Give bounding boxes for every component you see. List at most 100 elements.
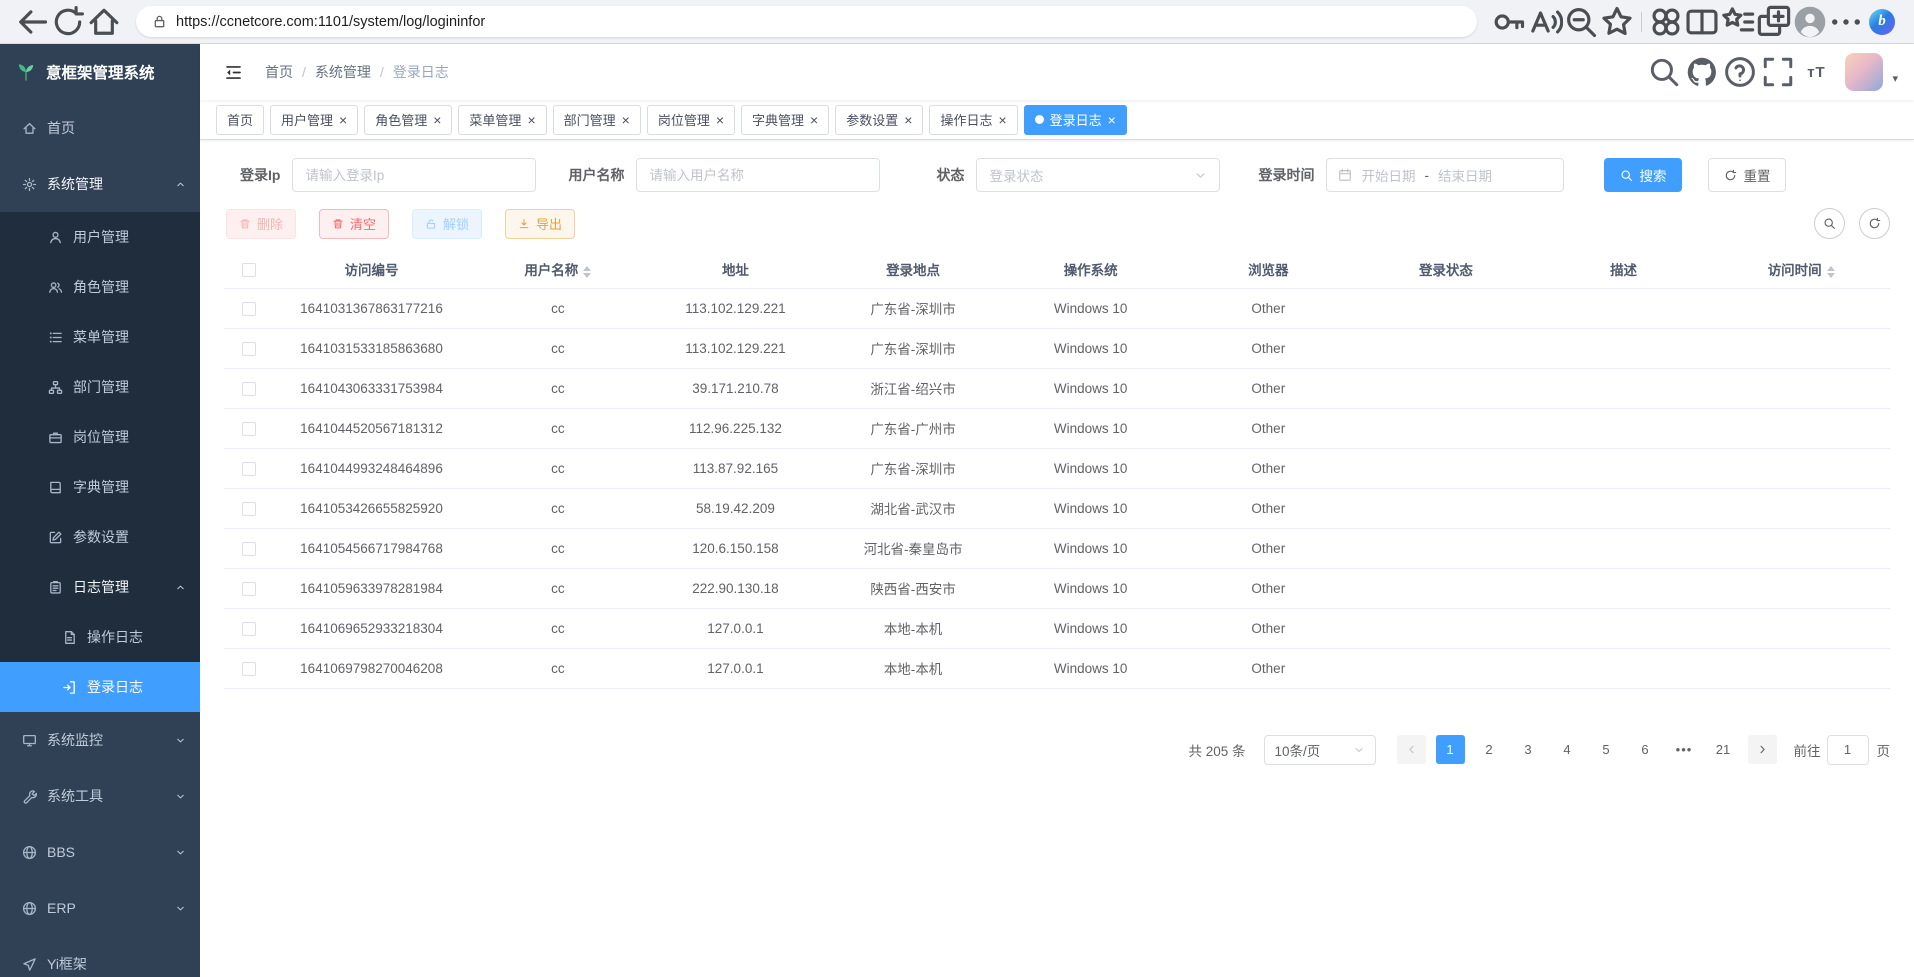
sidebar-item-logininfor[interactable]: 登录日志 bbox=[0, 662, 200, 712]
fullscreen-icon[interactable] bbox=[1761, 55, 1795, 89]
select-all-checkbox[interactable] bbox=[242, 263, 256, 277]
close-icon[interactable]: × bbox=[622, 113, 630, 127]
row-checkbox[interactable] bbox=[242, 662, 256, 676]
tab-operlog[interactable]: 操作日志× bbox=[929, 105, 1017, 135]
home-icon[interactable] bbox=[86, 6, 122, 38]
page-1-button[interactable]: 1 bbox=[1436, 735, 1465, 764]
sidebar-item-config[interactable]: 参数设置 bbox=[0, 512, 200, 562]
close-icon[interactable]: × bbox=[998, 113, 1006, 127]
row-checkbox[interactable] bbox=[242, 502, 256, 516]
row-checkbox[interactable] bbox=[242, 302, 256, 316]
column-header[interactable]: 访问时间 bbox=[1712, 251, 1890, 288]
row-checkbox[interactable] bbox=[242, 582, 256, 596]
prev-page-button[interactable] bbox=[1397, 735, 1426, 764]
search-button[interactable]: 搜索 bbox=[1604, 158, 1682, 192]
close-icon[interactable]: × bbox=[904, 113, 912, 127]
tab-post[interactable]: 岗位管理× bbox=[647, 105, 735, 135]
table-cell bbox=[1535, 368, 1713, 408]
sidebar-item-user[interactable]: 用户管理 bbox=[0, 212, 200, 262]
user-name-input[interactable] bbox=[636, 158, 880, 192]
copilot-icon[interactable]: b bbox=[1864, 6, 1900, 38]
address-bar[interactable]: https://ccnetcore.com:1101/system/log/lo… bbox=[136, 6, 1477, 37]
clear-button[interactable]: 清空 bbox=[319, 209, 389, 239]
refresh-icon[interactable] bbox=[50, 6, 86, 38]
close-icon[interactable]: × bbox=[716, 113, 724, 127]
back-icon[interactable] bbox=[14, 6, 50, 38]
toggle-search-button[interactable] bbox=[1814, 208, 1845, 239]
close-icon[interactable]: × bbox=[433, 113, 441, 127]
page-2-button[interactable]: 2 bbox=[1475, 735, 1504, 764]
login-ip-input[interactable] bbox=[292, 158, 536, 192]
sidebar-item-menu[interactable]: 菜单管理 bbox=[0, 312, 200, 362]
tab-home[interactable]: 首页 bbox=[216, 105, 264, 135]
row-checkbox[interactable] bbox=[242, 342, 256, 356]
breadcrumb-system[interactable]: 系统管理 bbox=[315, 62, 371, 82]
tab-dept[interactable]: 部门管理× bbox=[553, 105, 641, 135]
date-range-picker[interactable]: 开始日期 - 结束日期 bbox=[1326, 158, 1564, 192]
sidebar-item-log[interactable]: 日志管理 bbox=[0, 562, 200, 612]
font-size-icon[interactable]: тT bbox=[1799, 55, 1833, 89]
page-5-button[interactable]: 5 bbox=[1592, 735, 1621, 764]
export-button[interactable]: 导出 bbox=[505, 209, 575, 239]
sidebar-item-operlog[interactable]: 操作日志 bbox=[0, 612, 200, 662]
sidebar-item-dict[interactable]: 字典管理 bbox=[0, 462, 200, 512]
zoom-out-icon[interactable] bbox=[1563, 6, 1599, 38]
tab-logininfor[interactable]: 登录日志× bbox=[1024, 105, 1127, 135]
reset-button[interactable]: 重置 bbox=[1708, 158, 1786, 192]
page-21-button[interactable]: 21 bbox=[1709, 735, 1738, 764]
search-icon[interactable] bbox=[1647, 55, 1681, 89]
app-logo: 意框架管理系统 bbox=[0, 44, 200, 100]
column-header[interactable]: 用户名称 bbox=[469, 251, 647, 288]
more-pages-button[interactable]: ••• bbox=[1670, 735, 1699, 764]
browser-toolbar-icons: b bbox=[1491, 6, 1900, 38]
sidebar-item-tool[interactable]: 系统工具 bbox=[0, 768, 200, 824]
jump-page-input[interactable] bbox=[1827, 735, 1869, 765]
row-checkbox[interactable] bbox=[242, 462, 256, 476]
row-checkbox[interactable] bbox=[242, 542, 256, 556]
close-icon[interactable]: × bbox=[339, 113, 347, 127]
hamburger-icon[interactable] bbox=[216, 63, 251, 82]
tab-dict[interactable]: 字典管理× bbox=[741, 105, 829, 135]
user-avatar[interactable] bbox=[1845, 53, 1883, 91]
star-icon[interactable] bbox=[1599, 6, 1635, 38]
split-screen-icon[interactable] bbox=[1684, 6, 1720, 38]
next-page-button[interactable] bbox=[1748, 735, 1777, 764]
delete-button[interactable]: 删除 bbox=[226, 209, 296, 239]
sidebar-item-home[interactable]: 首页 bbox=[0, 100, 200, 156]
refresh-table-button[interactable] bbox=[1859, 208, 1890, 239]
profile-icon[interactable] bbox=[1792, 6, 1828, 38]
extensions-icon[interactable] bbox=[1648, 6, 1684, 38]
close-icon[interactable]: × bbox=[1108, 113, 1116, 127]
close-icon[interactable]: × bbox=[810, 113, 818, 127]
page-3-button[interactable]: 3 bbox=[1514, 735, 1543, 764]
close-icon[interactable]: × bbox=[527, 113, 535, 127]
sidebar-item-dept[interactable]: 部门管理 bbox=[0, 362, 200, 412]
sidebar-item-yi[interactable]: Yi框架 bbox=[0, 936, 200, 977]
read-aloud-icon[interactable] bbox=[1527, 6, 1563, 38]
sidebar-item-erp[interactable]: ERP bbox=[0, 880, 200, 936]
row-checkbox[interactable] bbox=[242, 422, 256, 436]
sidebar-item-role[interactable]: 角色管理 bbox=[0, 262, 200, 312]
tab-user[interactable]: 用户管理× bbox=[270, 105, 358, 135]
tab-menu[interactable]: 菜单管理× bbox=[458, 105, 546, 135]
sidebar-item-post[interactable]: 岗位管理 bbox=[0, 412, 200, 462]
row-checkbox[interactable] bbox=[242, 622, 256, 636]
key-icon[interactable] bbox=[1491, 6, 1527, 38]
unlock-button[interactable]: 解锁 bbox=[412, 209, 482, 239]
tab-role[interactable]: 角色管理× bbox=[364, 105, 452, 135]
collections-icon[interactable] bbox=[1756, 6, 1792, 38]
page-4-button[interactable]: 4 bbox=[1553, 735, 1582, 764]
sidebar-item-bbs[interactable]: BBS bbox=[0, 824, 200, 880]
help-icon[interactable] bbox=[1723, 55, 1757, 89]
page-size-select[interactable]: 10条/页 bbox=[1264, 735, 1376, 765]
favorites-icon[interactable] bbox=[1720, 6, 1756, 38]
sidebar-item-system[interactable]: 系统管理 bbox=[0, 156, 200, 212]
row-checkbox[interactable] bbox=[242, 382, 256, 396]
github-icon[interactable] bbox=[1685, 55, 1719, 89]
sidebar-item-monitor[interactable]: 系统监控 bbox=[0, 712, 200, 768]
breadcrumb-home[interactable]: 首页 bbox=[265, 62, 293, 82]
tab-config[interactable]: 参数设置× bbox=[835, 105, 923, 135]
page-6-button[interactable]: 6 bbox=[1631, 735, 1660, 764]
more-icon[interactable] bbox=[1828, 6, 1864, 38]
status-select[interactable]: 登录状态 bbox=[976, 158, 1220, 192]
